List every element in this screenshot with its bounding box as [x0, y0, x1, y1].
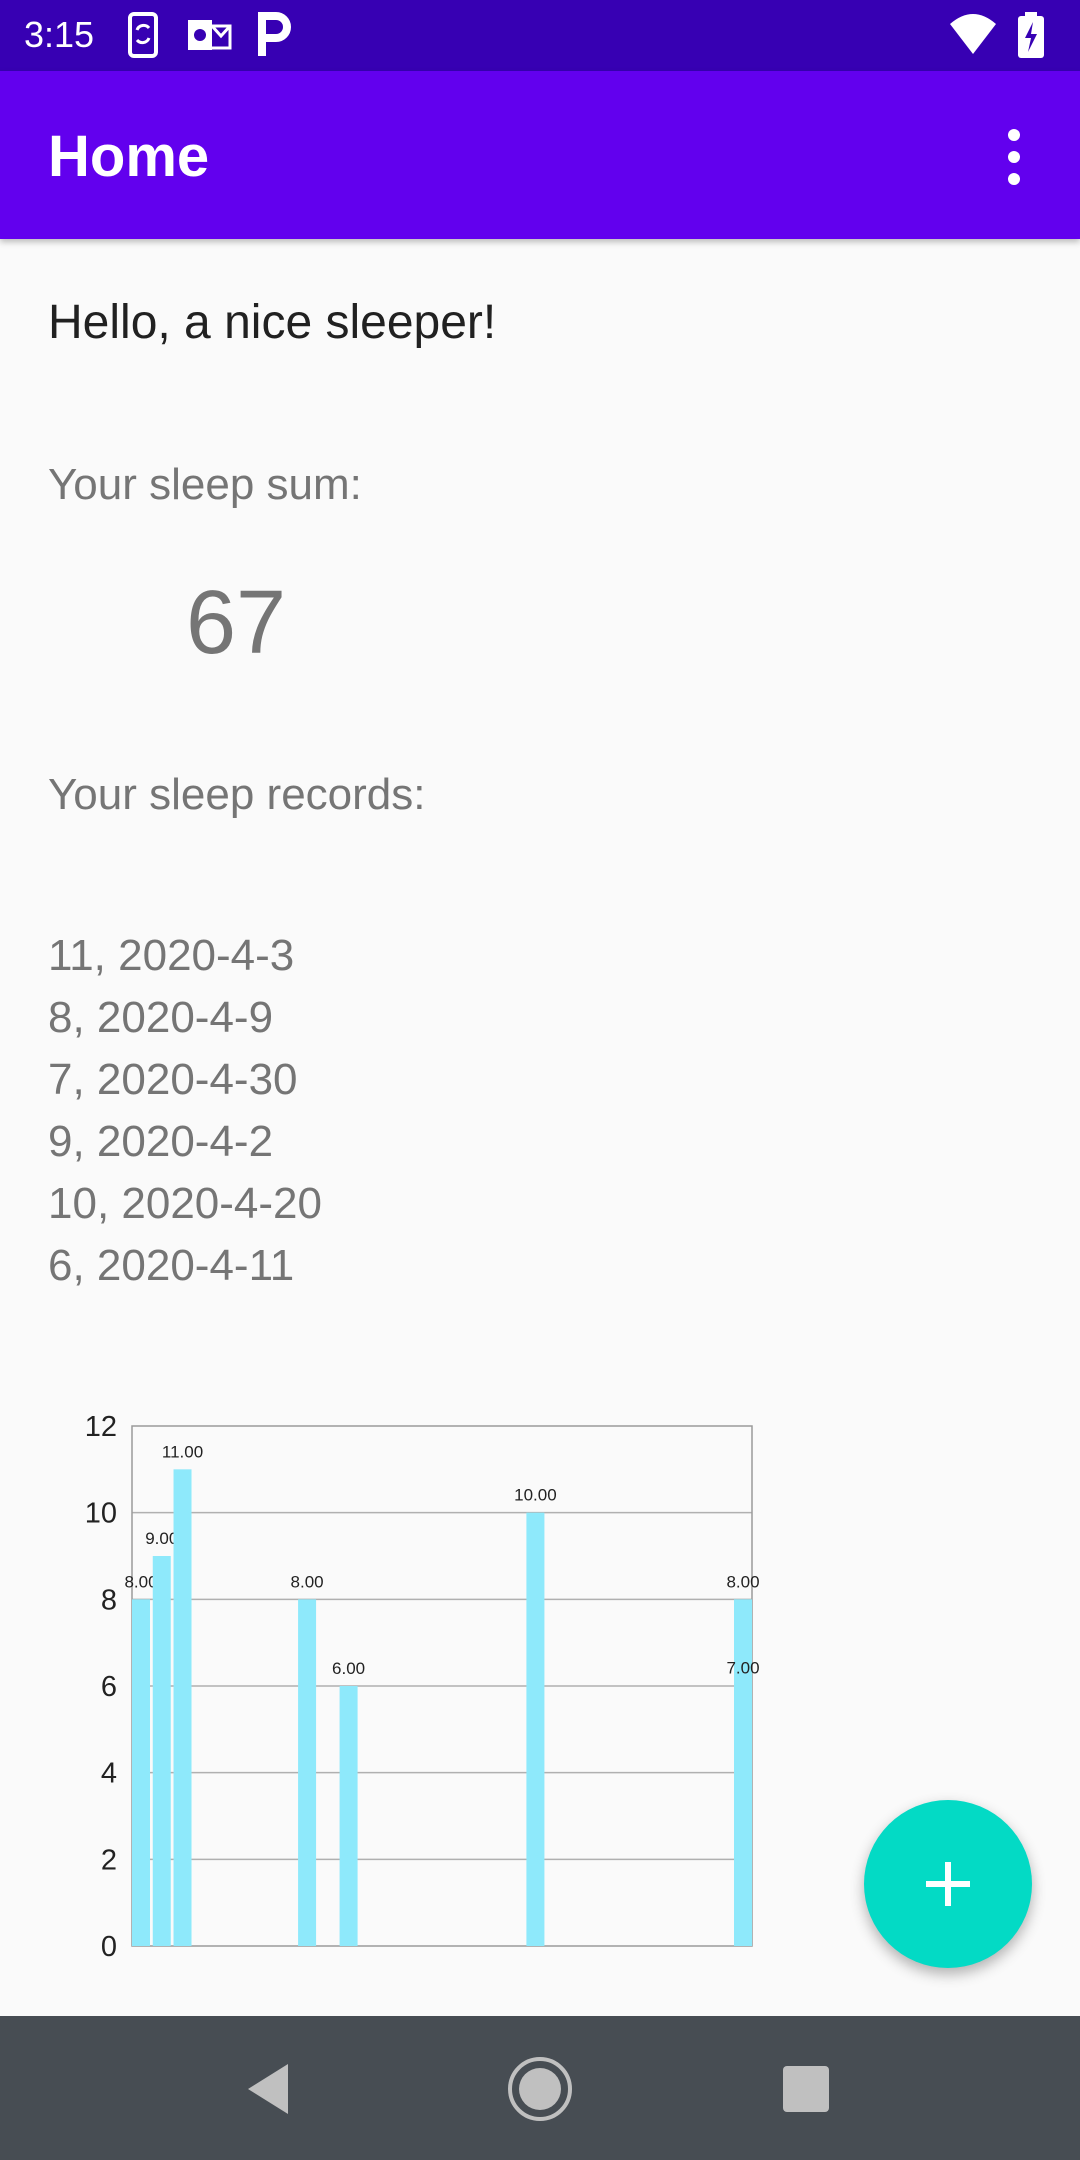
back-icon[interactable] — [236, 2056, 302, 2122]
more-options-button[interactable] — [990, 121, 1038, 193]
list-item: 10, 2020-4-20 — [48, 1179, 322, 1228]
chart-bar — [734, 1642, 752, 1946]
bar-value-label: 9.00 — [145, 1529, 178, 1548]
battery-charging-icon — [1018, 12, 1044, 58]
phone-sync-icon — [128, 12, 158, 58]
chart-bar — [526, 1512, 545, 1946]
app-bar: Home — [0, 71, 1080, 239]
chart-bar — [132, 1599, 150, 1946]
bar-value-label: 6.00 — [332, 1659, 365, 1678]
system-nav-bar — [0, 2016, 1080, 2160]
bar-value-label: 8.00 — [291, 1572, 324, 1591]
status-bar: 3:15 — [0, 0, 1080, 71]
chart-bar — [152, 1556, 171, 1946]
bar-value-label: 7.00 — [726, 1659, 759, 1678]
list-item: 9, 2020-4-2 — [48, 1117, 274, 1166]
sleep-records-list: 11, 2020-4-3 8, 2020-4-9 7, 2020-4-30 9,… — [48, 925, 322, 1297]
list-item: 11, 2020-4-3 — [48, 931, 295, 980]
list-item: 7, 2020-4-30 — [48, 1055, 298, 1104]
bar-value-label: 8.00 — [726, 1572, 759, 1591]
y-tick-label: 12 — [85, 1411, 117, 1443]
greeting-text: Hello, a nice sleeper! — [48, 296, 497, 349]
parking-icon — [258, 12, 291, 56]
page-title: Home — [48, 124, 210, 189]
outlook-icon — [188, 20, 232, 50]
chart-bar — [339, 1686, 358, 1946]
y-tick-label: 8 — [101, 1584, 117, 1616]
wifi-icon — [950, 14, 996, 54]
sleep-bar-chart: 0 2 4 6 8 10 12 8.00 9.00 11.00 8.00 6.00 10.00 8.00 7… — [85, 1411, 760, 1963]
bar-value-label: 8.00 — [124, 1572, 157, 1591]
status-time: 3:15 — [24, 14, 95, 55]
y-tick-label: 6 — [101, 1671, 117, 1703]
y-tick-label: 0 — [101, 1931, 117, 1963]
bar-value-label: 10.00 — [514, 1486, 557, 1505]
list-item: 8, 2020-4-9 — [48, 993, 274, 1042]
y-tick-label: 4 — [101, 1758, 117, 1790]
list-item: 6, 2020-4-11 — [48, 1241, 295, 1290]
more-vert-icon — [1008, 129, 1020, 185]
sleep-records-label: Your sleep records: — [48, 770, 426, 819]
home-icon[interactable] — [507, 2056, 573, 2122]
sleep-sum-value: 67 — [186, 573, 287, 673]
y-tick-label: 2 — [101, 1844, 117, 1876]
chart-bar — [173, 1469, 192, 1946]
sleep-sum-label: Your sleep sum: — [48, 460, 362, 509]
bar-value-label: 11.00 — [162, 1442, 203, 1461]
add-record-button[interactable] — [864, 1800, 1032, 1968]
y-tick-label: 10 — [85, 1498, 117, 1530]
recents-icon[interactable] — [773, 2056, 839, 2122]
chart-bar — [298, 1599, 317, 1946]
